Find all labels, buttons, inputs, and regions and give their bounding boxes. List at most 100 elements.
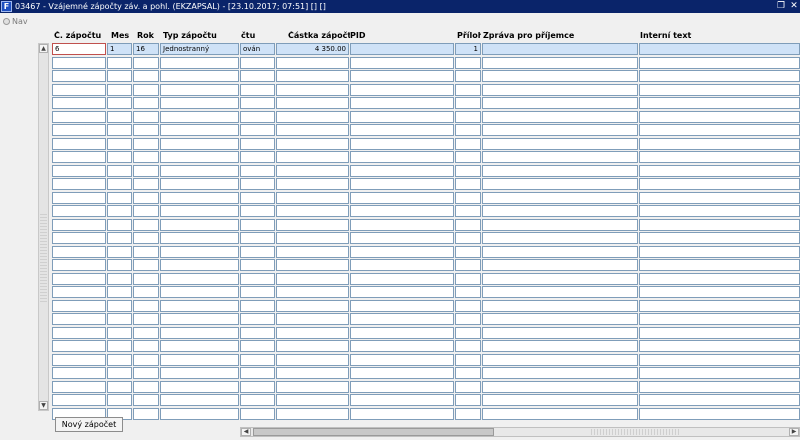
grid-cell[interactable] <box>107 83 132 96</box>
grid-cell[interactable] <box>133 380 159 393</box>
grid-cell[interactable] <box>160 407 239 420</box>
grid-cell[interactable] <box>240 56 275 69</box>
grid-cell[interactable] <box>276 218 349 231</box>
grid-cell[interactable] <box>160 367 239 379</box>
grid-cell[interactable] <box>639 110 800 123</box>
grid-cell[interactable] <box>160 313 239 325</box>
grid-cell[interactable] <box>350 232 454 244</box>
grid-cell[interactable] <box>455 394 481 406</box>
grid-cell[interactable] <box>160 299 239 312</box>
grid-cell[interactable] <box>350 137 454 150</box>
grid-cell[interactable] <box>455 340 481 352</box>
grid-cell[interactable] <box>107 232 132 244</box>
grid-cell[interactable] <box>276 97 349 109</box>
grid-cell[interactable] <box>160 232 239 244</box>
grid-cell[interactable] <box>350 259 454 271</box>
table-row[interactable] <box>52 407 800 421</box>
grid-cell[interactable] <box>107 97 132 109</box>
grid-cell[interactable] <box>107 164 132 177</box>
grid-cell[interactable] <box>133 326 159 339</box>
grid-cell[interactable] <box>350 191 454 204</box>
grid-cell[interactable] <box>133 164 159 177</box>
grid-cell[interactable] <box>639 313 800 325</box>
grid-cell[interactable] <box>107 178 132 190</box>
table-row[interactable] <box>52 151 800 164</box>
grid-cell[interactable] <box>160 245 239 258</box>
grid-cell[interactable] <box>276 380 349 393</box>
cell-priloh[interactable]: 1 <box>455 43 481 55</box>
grid-cell[interactable] <box>276 124 349 136</box>
grid-cell[interactable] <box>133 137 159 150</box>
grid-cell[interactable] <box>133 205 159 217</box>
grid-cell[interactable] <box>240 151 275 163</box>
grid-cell[interactable] <box>133 83 159 96</box>
table-row[interactable] <box>52 56 800 70</box>
grid-cell[interactable] <box>482 353 638 366</box>
grid-cell[interactable] <box>107 110 132 123</box>
table-row[interactable] <box>52 178 800 191</box>
grid-cell[interactable] <box>107 205 132 217</box>
grid-cell[interactable] <box>276 191 349 204</box>
col-header-ctu[interactable]: čtu <box>241 31 273 41</box>
grid-cell[interactable] <box>482 205 638 217</box>
grid-cell[interactable] <box>455 313 481 325</box>
vertical-scrollbar[interactable]: ▲ ▼ <box>38 43 49 411</box>
grid-cell[interactable] <box>160 97 239 109</box>
grid-cell[interactable] <box>52 218 106 231</box>
col-header-interni-text[interactable]: Interní text <box>640 31 790 41</box>
table-row[interactable] <box>52 164 800 178</box>
grid-cell[interactable] <box>133 110 159 123</box>
grid-cell[interactable] <box>482 367 638 379</box>
grid-cell[interactable] <box>240 124 275 136</box>
grid-cell[interactable] <box>350 353 454 366</box>
grid-cell[interactable] <box>133 191 159 204</box>
grid-cell[interactable] <box>639 380 800 393</box>
grid-cell[interactable] <box>455 245 481 258</box>
grid-cell[interactable] <box>52 313 106 325</box>
grid-cell[interactable] <box>52 56 106 69</box>
grid-cell[interactable] <box>240 232 275 244</box>
grid-cell[interactable] <box>133 232 159 244</box>
table-row[interactable] <box>52 97 800 110</box>
grid-cell[interactable] <box>455 286 481 298</box>
grid-cell[interactable] <box>350 205 454 217</box>
grid-cell[interactable] <box>52 353 106 366</box>
table-row[interactable] <box>52 340 800 353</box>
grid-cell[interactable] <box>160 353 239 366</box>
grid-cell[interactable] <box>455 164 481 177</box>
grid-cell[interactable] <box>639 178 800 190</box>
grid-cell[interactable] <box>482 326 638 339</box>
grid-cell[interactable] <box>639 259 800 271</box>
grid-cell[interactable] <box>160 178 239 190</box>
grid-cell[interactable] <box>52 245 106 258</box>
grid-cell[interactable] <box>482 272 638 285</box>
grid-cell[interactable] <box>455 124 481 136</box>
horizontal-scrollbar[interactable]: ◀ ▶ <box>240 427 800 437</box>
grid-cell[interactable] <box>639 137 800 150</box>
cell-castka[interactable]: 4 350.00 <box>276 43 349 55</box>
col-header-rok[interactable]: Rok <box>137 31 157 41</box>
grid-cell[interactable] <box>639 97 800 109</box>
grid-cell[interactable] <box>455 232 481 244</box>
grid-cell[interactable] <box>455 191 481 204</box>
grid-cell[interactable] <box>160 191 239 204</box>
grid-cell[interactable] <box>240 286 275 298</box>
grid-cell[interactable] <box>107 340 132 352</box>
grid-cell[interactable] <box>276 326 349 339</box>
table-row[interactable] <box>52 272 800 286</box>
grid-cell[interactable] <box>133 70 159 82</box>
grid-cell[interactable] <box>276 353 349 366</box>
grid-cell[interactable] <box>639 83 800 96</box>
grid-cell[interactable] <box>455 178 481 190</box>
grid-cell[interactable] <box>455 367 481 379</box>
table-row[interactable] <box>52 191 800 205</box>
grid-cell[interactable] <box>482 97 638 109</box>
cell-zprava[interactable] <box>482 43 638 55</box>
grid-cell[interactable] <box>276 178 349 190</box>
grid-cell[interactable] <box>639 151 800 163</box>
table-row[interactable] <box>52 205 800 218</box>
grid-cell[interactable] <box>240 380 275 393</box>
grid-cell[interactable] <box>482 407 638 420</box>
table-row[interactable] <box>52 299 800 313</box>
grid-cell[interactable] <box>107 124 132 136</box>
